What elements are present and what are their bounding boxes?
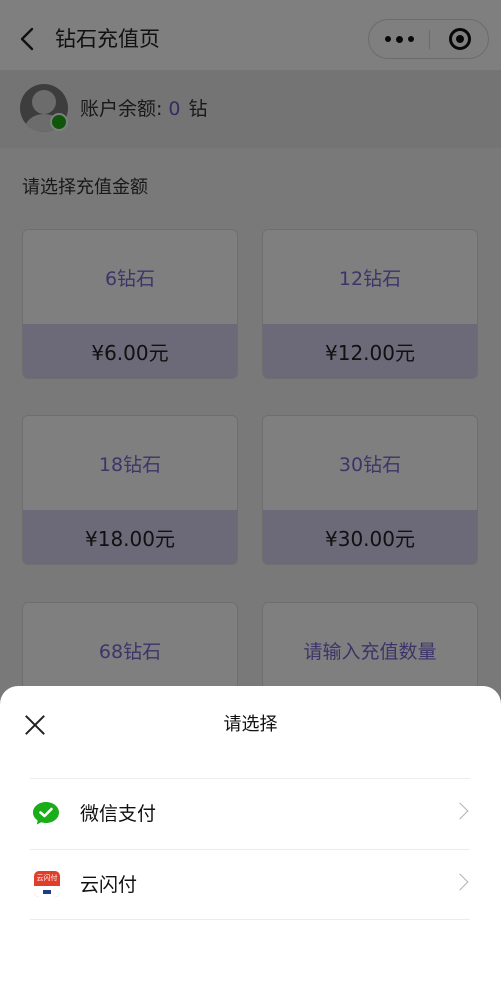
sheet-title: 请选择 [223,714,278,735]
payment-option-wechat[interactable]: 微信支付 [30,779,470,849]
unionpay-icon: 云闪付 [34,871,60,897]
payment-option-label: 微信支付 [80,803,157,825]
payment-method-sheet: 请选择 微信支付 云闪付 云闪付 [0,686,501,1000]
chevron-right-icon [451,802,469,820]
payment-option-unionpay[interactable]: 云闪付 云闪付 [30,850,470,920]
chevron-right-icon [451,873,469,891]
payment-option-label: 云闪付 [80,874,138,896]
wechat-pay-icon [33,802,59,825]
divider [30,919,470,920]
